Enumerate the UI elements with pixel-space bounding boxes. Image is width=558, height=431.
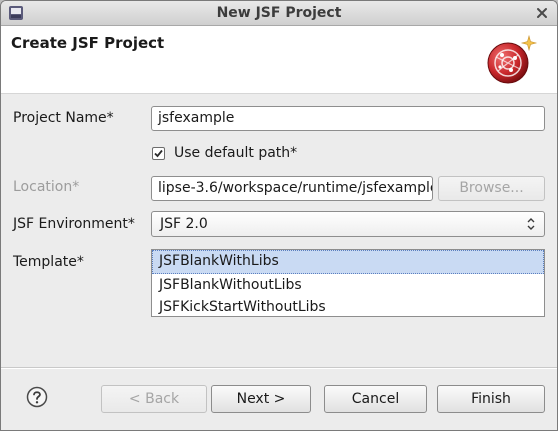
window-title: New JSF Project [216, 5, 342, 21]
title-bar[interactable]: New JSF Project [1, 1, 557, 26]
browse-button[interactable]: Browse... [438, 176, 545, 201]
cancel-button[interactable]: Cancel [324, 385, 427, 413]
button-bar-separator [1, 367, 557, 369]
jsf-environment-select[interactable]: JSF 2.0 [151, 211, 545, 237]
use-default-path-checkbox[interactable] [152, 147, 165, 160]
project-name-label: Project Name* [13, 110, 114, 126]
template-item-jsfblankwithlibs[interactable]: JSFBlankWithLibs [152, 250, 544, 274]
use-default-path-label: Use default path* [174, 145, 298, 161]
finish-button[interactable]: Finish [437, 385, 545, 413]
template-item-jsfblankwithoutlibs[interactable]: JSFBlankWithoutLibs [152, 274, 544, 296]
help-icon[interactable] [26, 386, 48, 408]
project-name-input[interactable]: jsfexample [151, 106, 545, 131]
template-item-jsfkickstartwithoutlibs[interactable]: JSFKickStartWithoutLibs [152, 296, 544, 318]
checkmark-icon [154, 149, 163, 158]
location-label: Location* [13, 179, 80, 195]
back-button[interactable]: < Back [101, 385, 207, 413]
template-label: Template* [13, 254, 84, 270]
new-jsf-project-dialog: New JSF Project Create JSF Project Proje… [0, 0, 558, 431]
wizard-banner: Create JSF Project [1, 26, 557, 94]
next-button[interactable]: Next > [211, 385, 311, 413]
jsf-environment-label: JSF Environment* [13, 216, 135, 232]
chevron-up-down-icon [527, 218, 535, 230]
close-icon[interactable] [535, 6, 549, 20]
page-title: Create JSF Project [11, 34, 165, 52]
jsf-wizard-logo-icon [487, 34, 538, 84]
location-input[interactable]: lipse-3.6/workspace/runtime/jsfexample [151, 176, 433, 201]
jsf-environment-value: JSF 2.0 [160, 216, 208, 232]
template-list[interactable]: JSFBlankWithLibs JSFBlankWithoutLibs JSF… [151, 249, 545, 317]
